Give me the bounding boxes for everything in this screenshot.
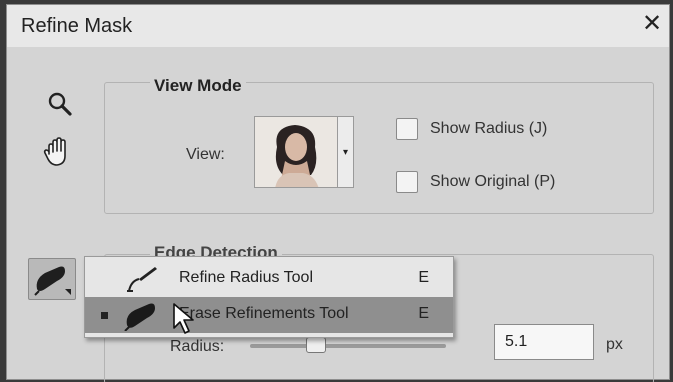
close-icon[interactable]: ✕ bbox=[637, 9, 667, 39]
radius-slider-track[interactable] bbox=[250, 344, 446, 348]
view-dropdown-toggle[interactable]: ▾ bbox=[338, 116, 354, 188]
show-original-row[interactable]: Show Original (P) bbox=[396, 171, 555, 193]
hand-icon[interactable] bbox=[40, 134, 76, 170]
flyout-item-label: Erase Refinements Tool bbox=[179, 305, 349, 322]
mouse-cursor-icon bbox=[173, 303, 194, 334]
radius-slider-thumb[interactable] bbox=[306, 337, 326, 353]
selected-indicator-icon bbox=[101, 312, 108, 319]
show-radius-checkbox[interactable] bbox=[396, 118, 418, 140]
brush-tool-flyout: Refine Radius Tool E Erase Refinements T… bbox=[84, 256, 454, 338]
show-radius-row[interactable]: Show Radius (J) bbox=[396, 118, 547, 140]
radius-unit: px bbox=[606, 336, 623, 353]
show-original-checkbox[interactable] bbox=[396, 171, 418, 193]
refine-brush-tool-button[interactable] bbox=[28, 258, 76, 300]
flyout-item-shortcut: E bbox=[418, 305, 429, 322]
erase-refinements-brush-icon bbox=[124, 303, 155, 331]
radius-input[interactable]: 5.1 bbox=[494, 324, 594, 360]
zoom-icon[interactable] bbox=[42, 86, 78, 122]
portrait-thumbnail bbox=[255, 117, 337, 187]
dialog-title: Refine Mask bbox=[21, 15, 133, 37]
refine-radius-brush-icon bbox=[127, 267, 157, 292]
view-thumbnail[interactable] bbox=[254, 116, 338, 188]
show-original-label: Show Original (P) bbox=[430, 173, 556, 190]
flyout-item-erase-refinements[interactable]: Erase Refinements Tool E bbox=[85, 297, 453, 333]
view-mode-title: View Mode bbox=[150, 76, 246, 96]
flyout-item-label: Refine Radius Tool bbox=[179, 269, 314, 286]
flyout-indicator-icon bbox=[65, 289, 71, 295]
flyout-item-refine-radius[interactable]: Refine Radius Tool E bbox=[85, 261, 453, 297]
radius-label: Radius: bbox=[170, 338, 225, 355]
flyout-item-shortcut: E bbox=[418, 269, 429, 286]
title-bar: Refine Mask ✕ bbox=[7, 5, 669, 47]
view-label: View: bbox=[186, 146, 225, 163]
chevron-down-icon: ▾ bbox=[342, 146, 349, 158]
show-radius-label: Show Radius (J) bbox=[430, 120, 548, 137]
